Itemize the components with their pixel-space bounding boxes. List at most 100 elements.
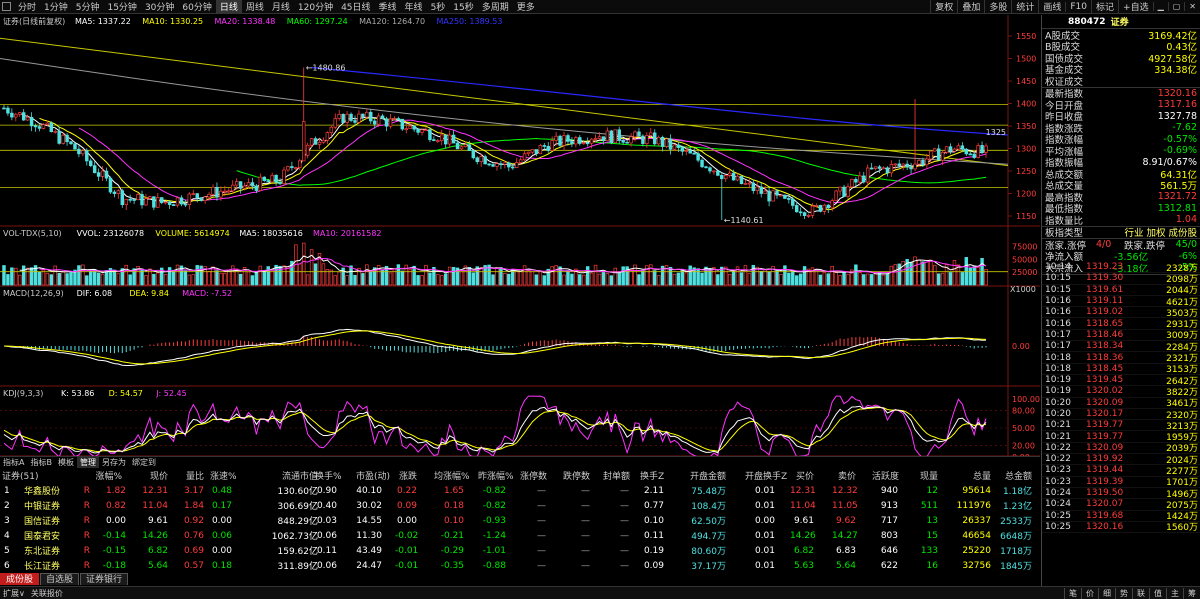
tool-button-4[interactable]: 画线 (1038, 0, 1065, 13)
header-2[interactable]: 涨幅% (94, 469, 122, 482)
candle-body (455, 142, 460, 150)
expand-button[interactable]: 扩展∨ (0, 588, 28, 599)
sheet-tab-0[interactable]: 成份股 (0, 573, 40, 585)
volume-bar (183, 270, 188, 286)
candle-body (124, 198, 128, 206)
indicator-tab-2[interactable]: 模板 (55, 457, 77, 468)
indicator-tab-3[interactable]: 管理 (76, 456, 99, 468)
restore-icon[interactable]: ▢ (1167, 2, 1185, 11)
toolbar-checkbox[interactable] (2, 2, 11, 11)
status-button-0[interactable]: 笔 (1064, 587, 1081, 599)
header-7[interactable]: 换手% (315, 469, 342, 482)
header-13[interactable]: 跌停数 (562, 469, 590, 482)
candle-body (822, 204, 827, 212)
period-tab-10[interactable]: 45日线 (337, 0, 374, 13)
header-6[interactable]: 流通市值 (270, 469, 318, 482)
period-tab-6[interactable]: 日线 (215, 0, 242, 13)
status-button-6[interactable]: 主 (1166, 587, 1183, 599)
tick-list[interactable]: 10:14 1319.23 2328万 10:15 1319.30 2098万 10:15 1… (1042, 262, 1200, 533)
header-20[interactable]: 活跃度 (872, 469, 899, 482)
period-tab-14[interactable]: 15秒 (449, 0, 477, 13)
tool-button-3[interactable]: 统计 (1011, 0, 1038, 13)
volume-bar (818, 274, 823, 286)
tool-button-5[interactable]: F10 (1065, 1, 1091, 12)
kline-chart-area[interactable]: ←1480.86 ←1140.61 1325 1550 1500 1450 1400 1350… (0, 15, 1040, 471)
table-row[interactable]: 5 东北证券 R -0.15 6.82 0.69 0.00 159.62亿 0.11 43.49 -… (0, 543, 1040, 558)
status-button-4[interactable]: 联 (1132, 587, 1149, 599)
period-tab-11[interactable]: 季线 (375, 0, 401, 13)
candle-body (286, 166, 290, 171)
table-row[interactable]: 6 长江证券 R -0.18 5.64 0.57 0.18 311.89亿 0.06 24.47 -… (0, 558, 1040, 573)
indicator-tab-4[interactable]: 另存为 (99, 457, 129, 468)
period-tab-15[interactable]: 多周期 (478, 0, 513, 13)
period-tab-8[interactable]: 月线 (268, 0, 294, 13)
sheet-tab-1[interactable]: 自选股 (40, 573, 80, 585)
header-11[interactable]: 昨涨幅% (478, 469, 514, 482)
header-0[interactable]: 证券(51) (2, 469, 38, 482)
tool-button-7[interactable]: +自选 (1118, 0, 1153, 13)
candle-body (199, 197, 203, 201)
candle-body (238, 181, 243, 189)
sheet-tab-2[interactable]: 证券银行 (80, 573, 129, 585)
period-tab-12[interactable]: 年线 (401, 0, 427, 13)
limit-down: — (581, 560, 590, 571)
sheet-tabs: 成份股 自选股 证券银行 (0, 573, 1040, 585)
period-tab-13[interactable]: 5秒 (427, 0, 450, 13)
chart-svg[interactable]: ←1480.86 ←1140.61 1325 1550 1500 1450 1400 1350… (0, 15, 1040, 471)
tool-button-6[interactable]: 标记 (1091, 0, 1118, 13)
tick-time: 10:17 (1045, 341, 1071, 352)
header-18[interactable]: 买价 (790, 469, 814, 482)
header-17[interactable]: 开盘换手Z (745, 469, 787, 482)
period-tab-9[interactable]: 120分钟 (294, 0, 337, 13)
indicator-tab-5[interactable]: 绑定到 (129, 457, 159, 468)
table-row[interactable]: 3 国信证券 R 0.00 9.61 0.92 0.00 848.29亿 0.03 14.55 0.… (0, 513, 1040, 528)
indicator-tab-0[interactable]: 指标A (0, 457, 27, 468)
avg-change: -0.21 (440, 530, 464, 541)
close-icon[interactable]: ✕ (1184, 2, 1200, 11)
table-row[interactable]: 2 中银证券 R 0.82 11.04 1.84 0.17 306.69亿 0.40 30.02 0… (0, 498, 1040, 513)
header-23[interactable]: 总金额 (1000, 469, 1032, 482)
tick-time: 10:15 (1045, 273, 1071, 284)
volume-bar (353, 274, 357, 286)
volume-bar (589, 272, 594, 286)
header-3[interactable]: 现价 (140, 469, 168, 482)
period-tab-16[interactable]: 更多 (513, 0, 539, 13)
indicator-tab-1[interactable]: 指标B (27, 457, 55, 468)
tool-button-2[interactable]: 多股 (984, 0, 1011, 13)
status-button-3[interactable]: 势 (1115, 587, 1132, 599)
header-14[interactable]: 封单额 (603, 469, 630, 482)
status-button-7[interactable]: 筹 (1183, 587, 1200, 599)
header-9[interactable]: 涨跌 (395, 469, 417, 482)
macd-legend-3: MACD: -7.52 (182, 289, 232, 298)
period-tab-1[interactable]: 1分钟 (40, 0, 72, 13)
constituents-table[interactable]: 证券(51) 涨幅% 现价 量比 涨速% 流通市值 换手% 市盈(动) 涨跌 均涨幅% 昨涨幅% 涨停… (0, 468, 1040, 573)
period-tab-7[interactable]: 周线 (242, 0, 268, 13)
period-tab-3[interactable]: 15分钟 (103, 0, 140, 13)
header-22[interactable]: 总量 (955, 469, 991, 482)
tool-button-1[interactable]: 叠加 (957, 0, 984, 13)
status-button-5[interactable]: 值 (1149, 587, 1166, 599)
header-4[interactable]: 量比 (182, 469, 204, 482)
status-button-2[interactable]: 细 (1098, 587, 1115, 599)
header-16[interactable]: 开盘金额 (690, 469, 726, 482)
header-5[interactable]: 涨速% (210, 469, 237, 482)
kdj-axis-tick: 20.00 (1012, 441, 1035, 450)
period-tab-2[interactable]: 5分钟 (72, 0, 104, 13)
candle-body (810, 205, 815, 216)
period-tab-5[interactable]: 60分钟 (178, 0, 215, 13)
table-row[interactable]: 1 华鑫股份 R 1.82 12.31 3.17 0.48 130.60亿 0.90 40.10 0… (0, 483, 1040, 498)
header-8[interactable]: 市盈(动) (356, 469, 390, 482)
minimize-icon[interactable]: ▁ (1152, 2, 1168, 11)
related-quote-button[interactable]: 关联报价 (28, 588, 66, 599)
table-row[interactable]: 4 国泰君安 R -0.14 14.26 0.76 0.06 1062.73亿 0.06 11.3… (0, 528, 1040, 543)
header-12[interactable]: 涨停数 (520, 469, 547, 482)
header-19[interactable]: 卖价 (832, 469, 856, 482)
tool-button-0[interactable]: 复权 (930, 0, 957, 13)
ma-legend-ma5: MA5: 1337.22 (75, 17, 131, 26)
header-15[interactable]: 换手Z (640, 469, 664, 482)
header-10[interactable]: 均涨幅% (434, 469, 470, 482)
period-tab-0[interactable]: 分时 (14, 0, 40, 13)
header-21[interactable]: 现量 (912, 469, 938, 482)
period-tab-4[interactable]: 30分钟 (141, 0, 178, 13)
status-button-1[interactable]: 价 (1081, 587, 1098, 599)
